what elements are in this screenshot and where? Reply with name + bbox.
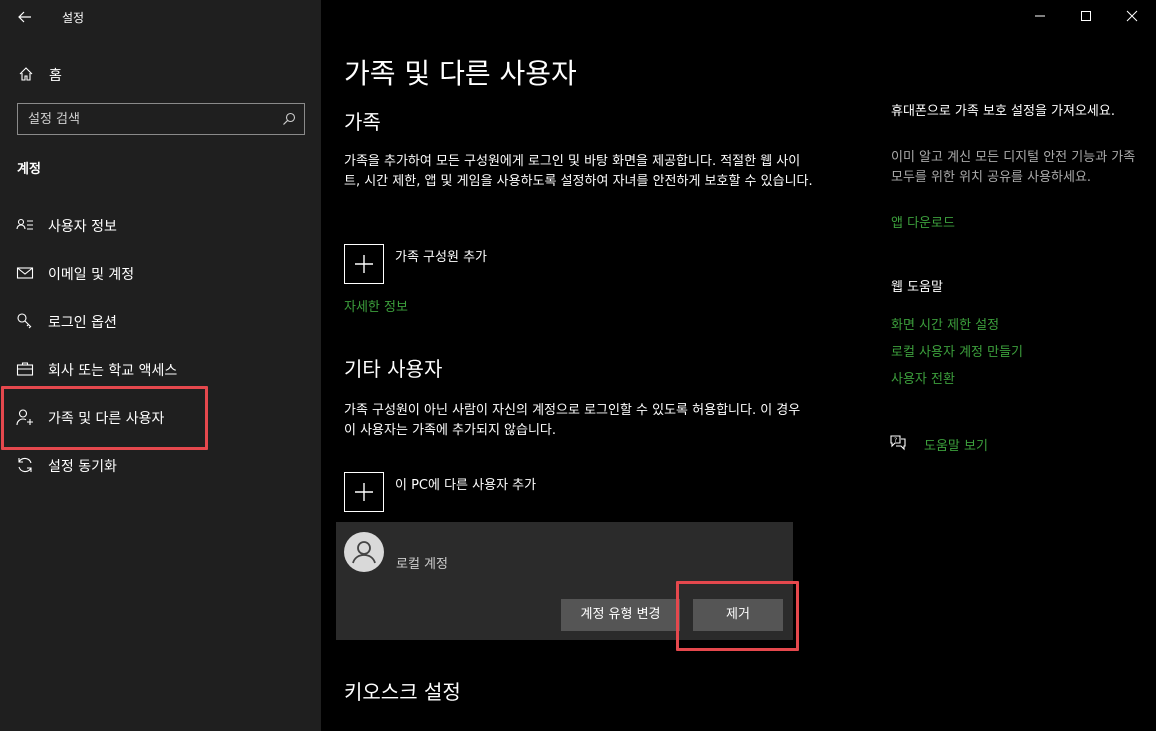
account-name: 로컬 계정	[396, 557, 448, 572]
sidebar: 설정 홈 계정 사용자 정보 이메일 및 계정	[0, 0, 321, 731]
back-button[interactable]	[10, 4, 40, 30]
briefcase-icon	[16, 362, 34, 376]
back-arrow-icon	[18, 11, 31, 23]
sidebar-item-sync-settings[interactable]: 설정 동기화	[0, 443, 321, 487]
phone-heading: 휴대폰으로 가족 보호 설정을 가져오세요.	[891, 104, 1115, 119]
sidebar-item-label: 회사 또는 학교 액세스	[48, 363, 178, 379]
maximize-button[interactable]	[1063, 0, 1109, 32]
kiosk-heading: 키오스크 설정	[344, 680, 461, 704]
other-users-description: 가족 구성원이 아닌 사람이 자신의 계정으로 로그인할 수 있도록 허용합니다…	[344, 403, 801, 438]
sidebar-item-label: 가족 및 다른 사용자	[48, 411, 165, 427]
sidebar-item-label: 사용자 정보	[48, 219, 117, 235]
user-avatar-icon	[352, 541, 376, 564]
section-label: 계정	[17, 162, 41, 177]
sidebar-item-email[interactable]: 이메일 및 계정	[0, 251, 321, 295]
sidebar-item-label: 이메일 및 계정	[48, 267, 135, 283]
sidebar-item-family-other-users[interactable]: 가족 및 다른 사용자	[0, 395, 321, 439]
minimize-button[interactable]	[1017, 0, 1063, 32]
key-icon	[17, 313, 32, 329]
sidebar-item-label: 로그인 옵션	[48, 315, 117, 331]
avatar	[344, 532, 384, 572]
help-chat-icon: ?	[889, 433, 907, 451]
switch-user-link[interactable]: 사용자 전환	[891, 368, 955, 387]
add-family-member-label: 가족 구성원 추가	[395, 250, 487, 265]
sidebar-item-label: 설정 동기화	[48, 459, 117, 475]
local-account-card[interactable]: 로컬 계정 계정 유형 변경 제거	[336, 522, 793, 640]
screen-time-link[interactable]: 화면 시간 제한 설정	[891, 314, 999, 333]
create-local-account-link[interactable]: 로컬 사용자 계정 만들기	[891, 341, 1023, 360]
sidebar-item-user-info[interactable]: 사용자 정보	[0, 203, 321, 247]
more-info-link[interactable]: 자세한 정보	[344, 296, 408, 315]
search-input[interactable]	[28, 109, 278, 129]
minimize-icon	[1035, 15, 1045, 17]
other-users-heading: 기타 사용자	[344, 357, 443, 381]
sidebar-item-sign-in-options[interactable]: 로그인 옵션	[0, 299, 321, 343]
remove-button[interactable]: 제거	[693, 599, 783, 631]
sidebar-item-label: 홈	[49, 68, 62, 84]
user-info-icon	[16, 218, 33, 230]
phone-description: 이미 알고 계신 모든 디지털 안전 기능과 가족 모두를 위한 위치 공유를 …	[891, 150, 1136, 185]
maximize-icon	[1081, 11, 1091, 21]
sidebar-item-home[interactable]: 홈	[0, 56, 321, 92]
svg-text:?: ?	[894, 437, 897, 444]
app-download-link[interactable]: 앱 다운로드	[891, 212, 955, 231]
web-help-heading: 웹 도움말	[891, 280, 943, 295]
sync-icon	[18, 457, 32, 473]
change-account-type-button[interactable]: 계정 유형 변경	[561, 599, 680, 631]
add-other-user-label: 이 PC에 다른 사용자 추가	[395, 478, 537, 493]
family-heading: 가족	[344, 110, 381, 134]
close-button[interactable]	[1109, 0, 1155, 32]
sidebar-item-work-school[interactable]: 회사 또는 학교 액세스	[0, 347, 321, 391]
search-box[interactable]	[17, 103, 305, 135]
family-description: 가족을 추가하여 모든 구성원에게 로그인 및 바탕 화면을 제공합니다. 적절…	[344, 154, 813, 189]
page-title: 가족 및 다른 사용자	[344, 57, 577, 90]
mail-icon	[16, 267, 34, 279]
get-help-link[interactable]: 도움말 보기	[924, 435, 988, 454]
add-person-icon	[16, 409, 33, 426]
search-icon[interactable]	[282, 112, 296, 126]
app-title: 설정	[62, 11, 85, 25]
plus-icon	[344, 472, 384, 512]
plus-icon	[344, 244, 384, 284]
home-icon	[19, 67, 33, 81]
close-icon	[1126, 10, 1138, 22]
